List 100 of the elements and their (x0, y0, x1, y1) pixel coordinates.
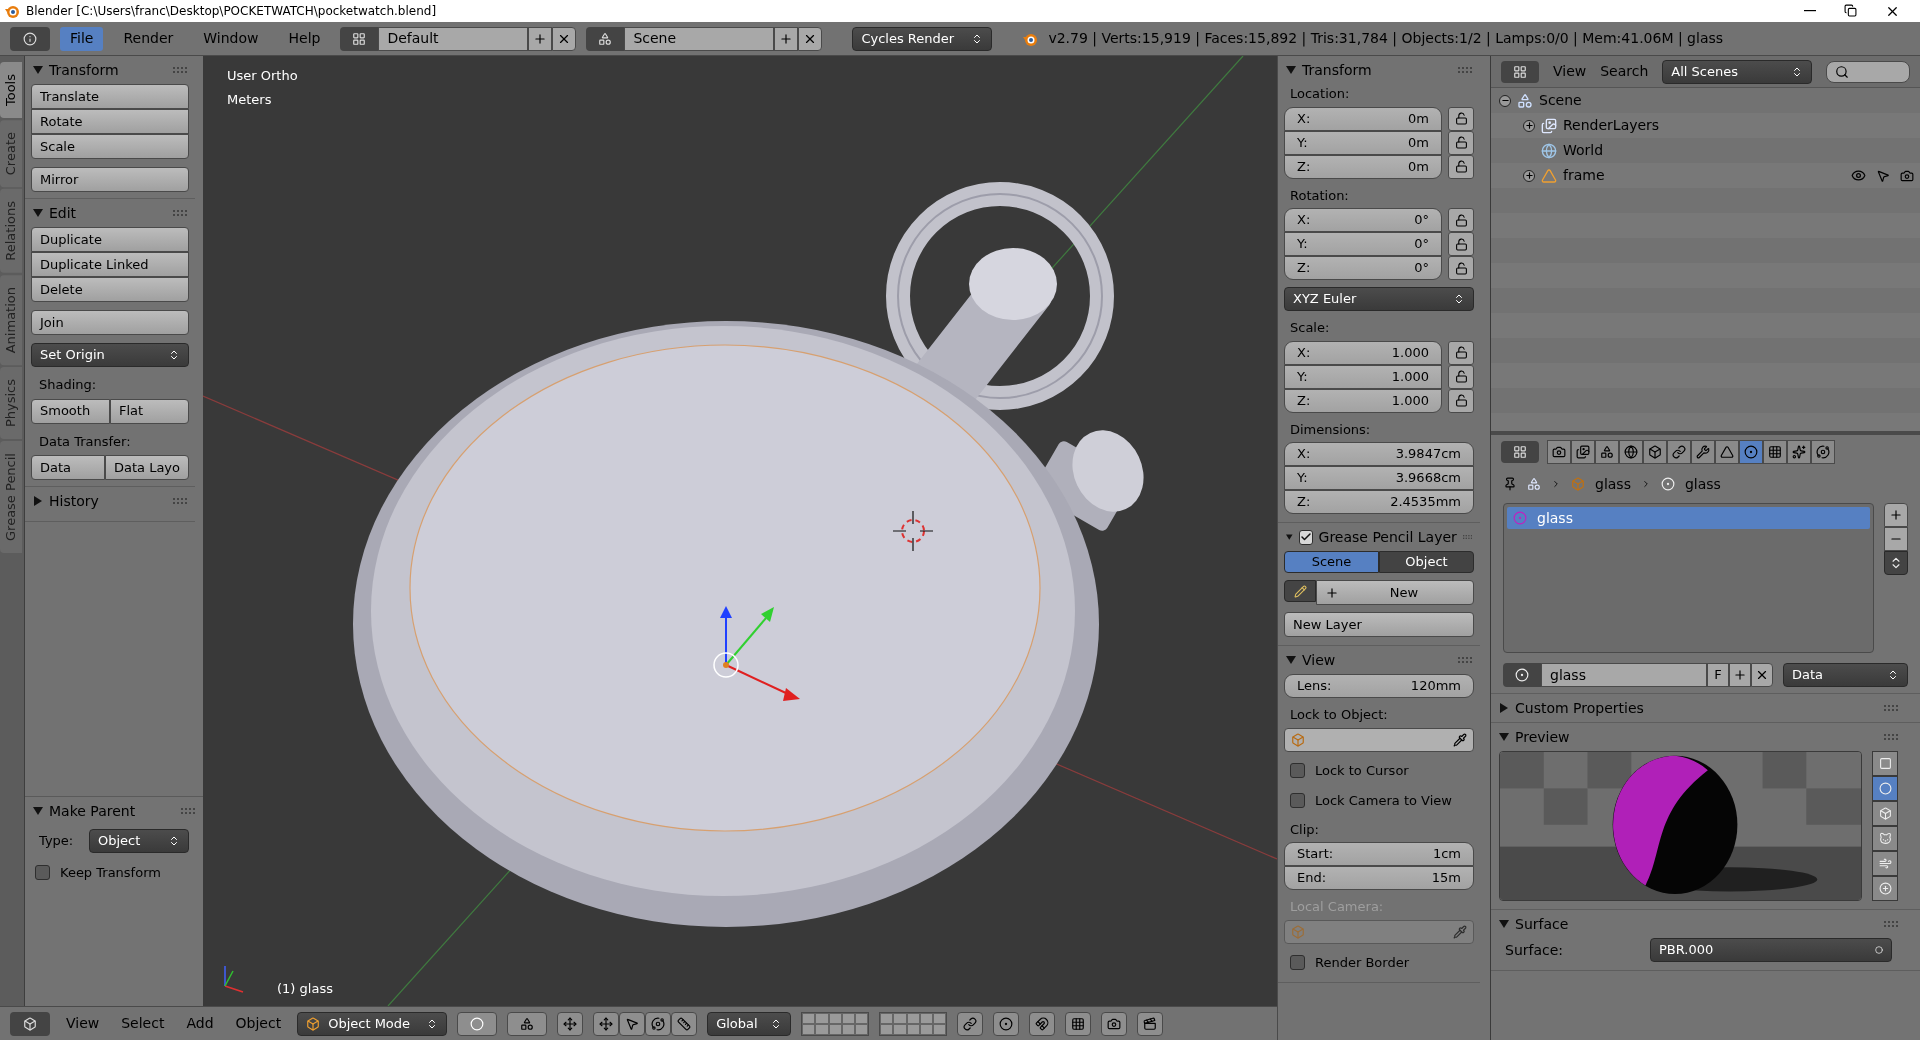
manipulator-toggle[interactable] (557, 1011, 584, 1036)
drag-grip-icon[interactable] (173, 210, 187, 216)
properties-tab[interactable] (1643, 440, 1667, 464)
breadcrumb-item[interactable]: glass (1595, 473, 1631, 495)
tool-button[interactable]: Duplicate (31, 227, 189, 252)
lock-button[interactable] (1448, 364, 1474, 389)
number-field[interactable]: Y: 0m (1284, 130, 1442, 155)
tool-button[interactable]: Mirror (31, 167, 189, 192)
object-field[interactable] (1284, 727, 1474, 752)
transform-gizmo-drawing[interactable] (713, 606, 800, 701)
render-button[interactable] (1101, 1011, 1128, 1036)
expand-toggle[interactable] (1523, 119, 1535, 132)
lock-button[interactable] (1448, 208, 1474, 232)
tree-item[interactable]: Scene (1539, 90, 1582, 111)
tool-button[interactable]: Scale (31, 134, 189, 159)
tool-button[interactable]: Data Layo (104, 455, 189, 480)
number-field[interactable]: End: 15m (1284, 866, 1474, 890)
menu-item[interactable]: Help (278, 26, 331, 51)
properties-tab[interactable] (1691, 440, 1715, 464)
slot-menu-button[interactable] (1884, 551, 1908, 575)
number-field[interactable]: Z: 1.000 (1284, 388, 1442, 413)
pocket-watch-drawing[interactable] (353, 182, 1144, 927)
properties-tab[interactable] (1619, 440, 1643, 464)
menu-item[interactable]: Object (229, 1013, 288, 1034)
menu-item[interactable]: Search (1600, 61, 1649, 82)
new-material-button[interactable] (1729, 663, 1751, 687)
menu-item[interactable]: Window (193, 26, 269, 51)
mode-dropdown[interactable]: Object Mode (297, 1011, 448, 1036)
menu-item[interactable]: File (60, 26, 104, 51)
expanded-triangle-icon[interactable] (33, 208, 43, 218)
editor-type-button[interactable] (1501, 441, 1539, 463)
expanded-triangle-icon[interactable] (33, 806, 43, 816)
tree-item[interactable]: RenderLayers (1563, 115, 1660, 136)
checkbox[interactable] (1290, 954, 1305, 970)
preview-shape-button[interactable] (1872, 876, 1898, 901)
mode-toggle[interactable]: Scene (1284, 551, 1379, 573)
editor-type-button[interactable] (10, 1011, 50, 1036)
number-field[interactable]: Y: 0° (1284, 232, 1442, 256)
scene-browse-button[interactable] (586, 26, 625, 51)
number-field[interactable]: X: 3.9847cm (1284, 442, 1474, 466)
filter-dropdown[interactable]: All Scenes (1662, 59, 1813, 84)
drag-grip-icon[interactable] (173, 498, 187, 504)
lock-button[interactable] (1448, 130, 1474, 155)
lock-button[interactable] (1448, 106, 1474, 131)
menu-item[interactable]: View (60, 1013, 106, 1034)
tool-button[interactable]: Duplicate Linked (31, 252, 189, 277)
link-dropdown[interactable]: Data (1783, 663, 1908, 687)
tool-tab[interactable]: Tools (0, 62, 22, 119)
properties-tab[interactable] (1715, 440, 1739, 464)
new-button[interactable]: New (1316, 580, 1474, 605)
add-layout-button[interactable] (528, 26, 553, 51)
number-field[interactable]: X: 1.000 (1284, 340, 1442, 365)
collapsed-triangle-icon[interactable] (1499, 703, 1509, 713)
tool-button[interactable]: Delete (31, 277, 189, 302)
snap-target-button[interactable] (1065, 1011, 1092, 1036)
preview-shape-button[interactable] (1872, 826, 1898, 851)
number-field[interactable]: Z: 2.4535mm (1284, 490, 1474, 514)
lock-button[interactable] (1448, 232, 1474, 256)
lock-button[interactable] (1448, 256, 1474, 280)
manipulator-button[interactable] (593, 1011, 620, 1036)
properties-tab[interactable] (1763, 440, 1787, 464)
number-field[interactable]: Y: 1.000 (1284, 364, 1442, 389)
unlink-button[interactable] (1751, 663, 1773, 687)
material-slot[interactable]: glass (1507, 507, 1870, 529)
layer-grid[interactable] (879, 1011, 948, 1036)
scene-name-field[interactable]: Scene (624, 26, 775, 51)
menu-item[interactable]: Select (115, 1013, 171, 1034)
number-field[interactable]: X: 0° (1284, 208, 1442, 232)
editor-type-button[interactable] (10, 26, 50, 51)
drag-grip-icon[interactable] (1458, 67, 1472, 73)
properties-tab[interactable] (1739, 440, 1763, 464)
remove-slot-button[interactable] (1884, 527, 1908, 551)
checkbox[interactable] (1290, 762, 1305, 778)
type-dropdown[interactable]: Object (89, 829, 189, 853)
properties-tab[interactable] (1787, 440, 1811, 464)
tool-button[interactable]: Translate (31, 84, 189, 109)
proportional-button[interactable] (993, 1011, 1020, 1036)
expand-toggle[interactable] (1523, 169, 1535, 182)
preview-shape-button[interactable] (1872, 801, 1898, 826)
lock-button[interactable] (1448, 388, 1474, 413)
expanded-triangle-icon[interactable] (1499, 732, 1509, 742)
mode-toggle[interactable]: Object (1379, 551, 1474, 573)
tool-button[interactable]: Join (31, 310, 189, 335)
properties-tab[interactable] (1595, 440, 1619, 464)
dropdown[interactable]: XYZ Euler (1284, 287, 1474, 311)
dropdown[interactable]: Set Origin (31, 343, 189, 367)
pencil-dropdown[interactable] (1284, 580, 1316, 602)
fake-user-button[interactable]: F (1707, 663, 1729, 687)
drag-grip-icon[interactable] (173, 67, 187, 73)
checkbox[interactable] (1298, 529, 1313, 545)
checkbox[interactable] (35, 865, 50, 881)
search-field[interactable] (1826, 60, 1910, 83)
properties-tab[interactable] (1667, 440, 1691, 464)
properties-tab[interactable] (1571, 440, 1595, 464)
expanded-triangle-icon[interactable] (1286, 65, 1296, 75)
layout-browse-button[interactable] (340, 26, 379, 51)
manipulator-button[interactable] (671, 1011, 698, 1036)
drag-grip-icon[interactable] (1884, 734, 1898, 740)
render-animation-button[interactable] (1137, 1011, 1164, 1036)
preview-shape-button[interactable] (1872, 776, 1898, 801)
